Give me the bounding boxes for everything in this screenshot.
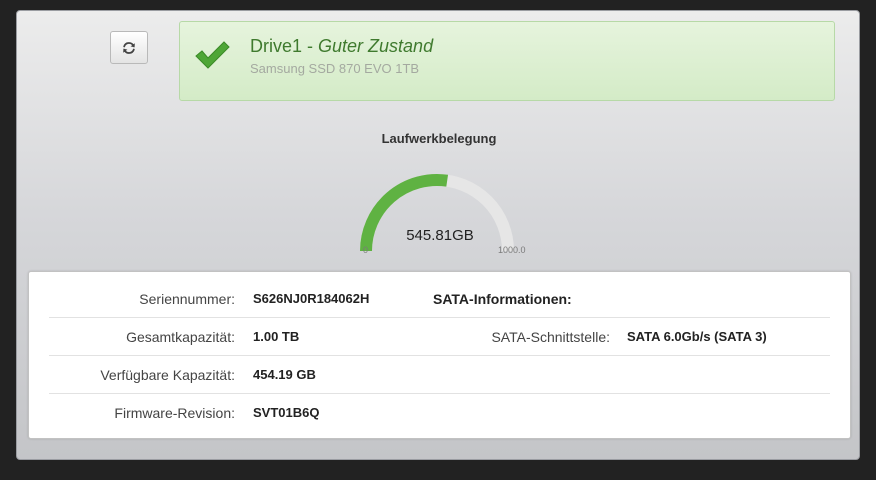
serial-label: Seriennummer: xyxy=(139,291,235,307)
gauge-max-label: 1000.0 xyxy=(498,245,526,255)
drive-title: Drive1 - Guter Zustand xyxy=(250,36,433,57)
serial-value: S626NJ0R184062H xyxy=(253,291,370,306)
info-row-serial: Seriennummer: S626NJ0R184062H SATA-Infor… xyxy=(49,280,830,318)
drive-state: Guter Zustand xyxy=(318,36,434,56)
gauge-min-label: 0 xyxy=(363,245,369,255)
refresh-icon xyxy=(123,41,135,54)
gauge-value: 545.81GB xyxy=(406,227,474,244)
info-row-capacity: Gesamtkapazität: 1.00 TB SATA-Schnittste… xyxy=(49,318,830,356)
available-value: 454.19 GB xyxy=(253,367,316,382)
drive-status-panel: Drive1 - Guter Zustand Samsung SSD 870 E… xyxy=(16,10,860,460)
gauge-title: Laufwerkbelegung xyxy=(381,131,497,146)
sata-info-header: SATA-Informationen: xyxy=(433,291,572,307)
usage-gauge: 545.81GB 0 1000.0 xyxy=(353,161,533,261)
checkmark-icon xyxy=(195,41,230,69)
title-separator: - xyxy=(302,36,319,56)
available-label: Verfügbare Kapazität: xyxy=(100,367,235,383)
info-row-firmware: Firmware-Revision: SVT01B6Q xyxy=(49,394,830,431)
firmware-label: Firmware-Revision: xyxy=(114,405,235,421)
drive-name: Drive1 xyxy=(250,36,303,56)
info-row-available: Verfügbare Kapazität: 454.19 GB xyxy=(49,356,830,394)
refresh-button[interactable] xyxy=(110,31,148,64)
firmware-value: SVT01B6Q xyxy=(253,405,320,420)
capacity-value: 1.00 TB xyxy=(253,329,300,344)
sata-interface-value: SATA 6.0Gb/s (SATA 3) xyxy=(627,329,767,344)
drive-info-table: Seriennummer: S626NJ0R184062H SATA-Infor… xyxy=(28,271,851,439)
drive-model: Samsung SSD 870 EVO 1TB xyxy=(250,61,420,76)
drive-health-banner: Drive1 - Guter Zustand Samsung SSD 870 E… xyxy=(179,21,835,101)
capacity-label: Gesamtkapazität: xyxy=(126,329,235,345)
sata-interface-label: SATA-Schnittstelle: xyxy=(491,329,610,345)
